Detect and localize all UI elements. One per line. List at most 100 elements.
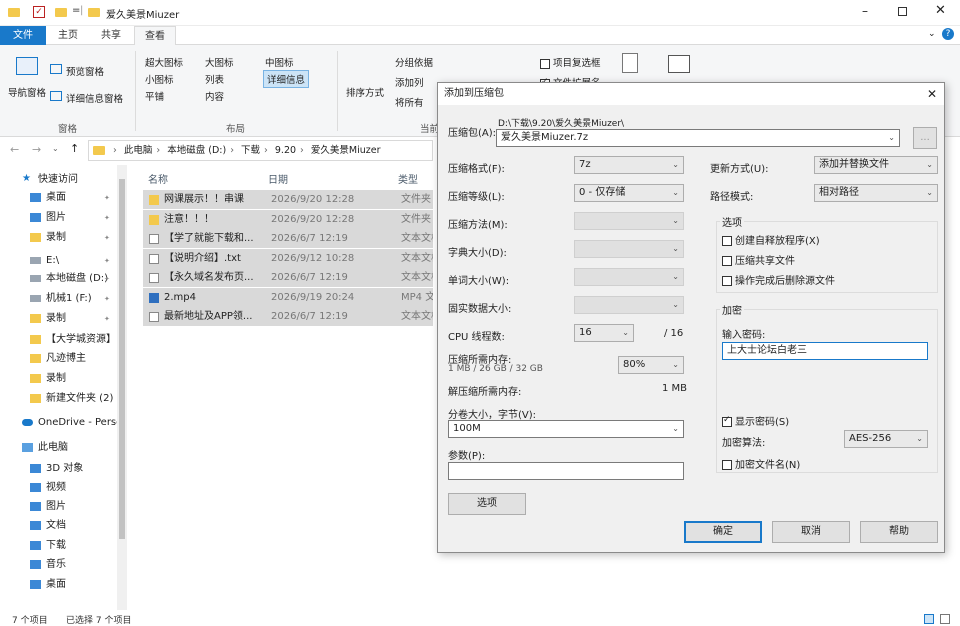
close-button[interactable]: ✕ bbox=[935, 3, 946, 18]
crumb-download[interactable]: 下载 bbox=[241, 145, 260, 156]
nav-item[interactable]: 图片 ✦ bbox=[30, 208, 110, 228]
breadcrumb[interactable]: › 此电脑 › 本地磁盘 (D:) › 下载 › 9.20 › 爱久美景Miuzer bbox=[88, 140, 433, 161]
mem-select[interactable]: 80% ⌄ bbox=[618, 356, 684, 374]
qat-check-icon[interactable]: ✓ bbox=[33, 6, 45, 18]
nav-item[interactable]: 图片 bbox=[30, 497, 66, 517]
word-select[interactable]: ⌄ bbox=[574, 268, 684, 286]
file-row[interactable]: 【学了就能下载和... 2026/6/7 12:19 文本文档 bbox=[143, 229, 433, 248]
nav-item[interactable]: 3D 对象 bbox=[30, 459, 83, 479]
column-name[interactable]: 名称 bbox=[148, 171, 168, 186]
nav-item[interactable]: 机械1 (F:) ✦ bbox=[30, 289, 110, 309]
nav-scrollbar[interactable] bbox=[117, 165, 127, 610]
details-pane-button[interactable]: 详细信息窗格 bbox=[66, 91, 123, 105]
layout-list[interactable]: 列表 bbox=[205, 72, 224, 86]
show-password-checkbox[interactable]: 显示密码(S) bbox=[722, 413, 789, 428]
params-input[interactable] bbox=[448, 462, 684, 480]
fit-columns-button[interactable]: 将所有 bbox=[395, 95, 424, 109]
add-column-button[interactable]: 添加列 bbox=[395, 75, 424, 89]
nav-item[interactable]: 此电脑 bbox=[22, 438, 68, 458]
qat-folder-icon[interactable] bbox=[55, 8, 67, 17]
encrypt-names-checkbox[interactable]: 加密文件名(N) bbox=[722, 456, 800, 471]
nav-item[interactable]: 【大学城资源】 bbox=[30, 330, 116, 350]
item-checkbox-toggle[interactable]: 项目复选框 bbox=[540, 55, 601, 69]
layout-tiles[interactable]: 平铺 bbox=[145, 89, 164, 103]
column-date[interactable]: 日期 bbox=[268, 171, 288, 186]
nav-item[interactable]: E:\ ✦ bbox=[30, 251, 110, 271]
preview-pane-button[interactable]: 预览窗格 bbox=[66, 64, 104, 78]
nav-item[interactable]: 本地磁盘 (D:) ✦ bbox=[30, 269, 110, 289]
dialog-close-button[interactable]: ✕ bbox=[927, 83, 937, 105]
history-chevron-icon[interactable]: ⌄ bbox=[52, 144, 59, 153]
nav-item[interactable]: 文档 bbox=[30, 516, 66, 536]
pin-icon[interactable]: ✦ bbox=[104, 228, 110, 248]
archive-name-combo[interactable]: 爱久美景Miuzer.7z ⌄ bbox=[496, 129, 900, 147]
ok-button[interactable]: 确定 bbox=[684, 521, 762, 543]
nav-item[interactable]: 录制 bbox=[30, 369, 66, 389]
tab-home[interactable]: 主页 bbox=[48, 26, 88, 45]
split-combo[interactable]: 100M ⌄ bbox=[448, 420, 684, 438]
nav-item[interactable]: 视频 bbox=[30, 478, 66, 498]
file-row[interactable]: 网课展示！！串课 2026/9/20 12:28 文件夹 bbox=[143, 190, 433, 209]
nav-item[interactable]: 下载 bbox=[30, 536, 66, 556]
layout-content[interactable]: 内容 bbox=[205, 89, 224, 103]
minimize-button[interactable]: – bbox=[862, 4, 868, 18]
layout-small-icons[interactable]: 小图标 bbox=[145, 72, 174, 86]
pin-icon[interactable]: ✦ bbox=[104, 251, 110, 271]
file-row[interactable]: 2.mp4 2026/9/19 20:24 MP4 文件 bbox=[143, 287, 433, 307]
layout-medium-icons[interactable]: 中图标 bbox=[265, 55, 294, 69]
tab-view[interactable]: 查看 bbox=[134, 26, 176, 45]
enc-method-select[interactable]: AES-256 ⌄ bbox=[844, 430, 928, 448]
file-row[interactable]: 注意！！！ 2026/9/20 12:28 文件夹 bbox=[143, 209, 433, 229]
opt-delete-checkbox[interactable]: 操作完成后删除源文件 bbox=[722, 272, 835, 287]
nav-item[interactable]: 桌面 bbox=[30, 575, 66, 595]
nav-item[interactable]: 录制 ✦ bbox=[30, 228, 110, 248]
collapse-ribbon-icon[interactable]: ⌄ bbox=[928, 29, 936, 39]
layout-large-icons[interactable]: 大图标 bbox=[205, 55, 234, 69]
file-row[interactable]: 【说明介绍】.txt 2026/9/12 10:28 文本文档 bbox=[143, 248, 433, 268]
tab-share[interactable]: 共享 bbox=[90, 26, 132, 45]
pin-icon[interactable]: ✦ bbox=[104, 188, 110, 208]
dict-select[interactable]: ⌄ bbox=[574, 240, 684, 258]
layout-details[interactable]: 详细信息 bbox=[263, 70, 310, 88]
help-icon[interactable]: ? bbox=[942, 28, 954, 40]
back-icon[interactable]: ← bbox=[10, 143, 19, 156]
crumb-date[interactable]: 9.20 bbox=[275, 145, 296, 156]
options-button[interactable]: 选项 bbox=[448, 493, 526, 515]
browse-button[interactable]: ... bbox=[913, 127, 937, 149]
thumbnail-view-icon[interactable] bbox=[940, 614, 950, 624]
nav-item[interactable]: 新建文件夹 (2) bbox=[30, 389, 113, 409]
forward-icon[interactable]: → bbox=[32, 143, 41, 156]
sort-button[interactable]: 排序方式 bbox=[346, 85, 384, 99]
crumb-drive[interactable]: 本地磁盘 (D:) bbox=[167, 145, 226, 156]
cpu-select[interactable]: 16 ⌄ bbox=[574, 324, 634, 342]
details-view-icon[interactable] bbox=[924, 614, 934, 624]
solid-select[interactable]: ⌄ bbox=[574, 296, 684, 314]
pin-icon[interactable]: ✦ bbox=[104, 309, 110, 329]
opt-shared-checkbox[interactable]: 压缩共享文件 bbox=[722, 252, 795, 267]
nav-item[interactable]: 桌面 ✦ bbox=[30, 188, 110, 208]
pathmode-select[interactable]: 相对路径 ⌄ bbox=[814, 184, 938, 202]
nav-item[interactable]: 凡迹博主 bbox=[30, 349, 86, 369]
nav-item[interactable]: 录制 ✦ bbox=[30, 309, 110, 329]
crumb-current[interactable]: 爱久美景Miuzer bbox=[311, 145, 381, 156]
nav-pane-button[interactable]: 导航窗格 bbox=[8, 85, 46, 99]
nav-item[interactable]: OneDrive - Perso bbox=[22, 413, 122, 433]
method-select[interactable]: ⌄ bbox=[574, 212, 684, 230]
file-row[interactable]: 最新地址及APP领... 2026/6/7 12:19 文本文档 bbox=[143, 307, 433, 326]
pin-icon[interactable]: ✦ bbox=[104, 208, 110, 228]
maximize-button[interactable] bbox=[898, 7, 907, 16]
pin-icon[interactable]: ✦ bbox=[104, 269, 110, 289]
hide-items-icon[interactable] bbox=[622, 53, 638, 73]
format-select[interactable]: 7z ⌄ bbox=[574, 156, 684, 174]
password-input[interactable]: 上大士论坛白老三 bbox=[722, 342, 928, 360]
opt-sfx-checkbox[interactable]: 创建自释放程序(X) bbox=[722, 232, 820, 247]
column-type[interactable]: 类型 bbox=[398, 171, 418, 186]
help-button[interactable]: 帮助 bbox=[860, 521, 938, 543]
up-icon[interactable]: ↑ bbox=[70, 142, 79, 155]
layout-xl-icons[interactable]: 超大图标 bbox=[145, 55, 183, 69]
file-row[interactable]: 【永久域名发布页... 2026/6/7 12:19 文本文档 bbox=[143, 268, 433, 287]
cancel-button[interactable]: 取消 bbox=[772, 521, 850, 543]
group-by-button[interactable]: 分组依据 bbox=[395, 55, 433, 69]
update-select[interactable]: 添加并替换文件 ⌄ bbox=[814, 156, 938, 174]
nav-item[interactable]: 音乐 bbox=[30, 555, 66, 575]
